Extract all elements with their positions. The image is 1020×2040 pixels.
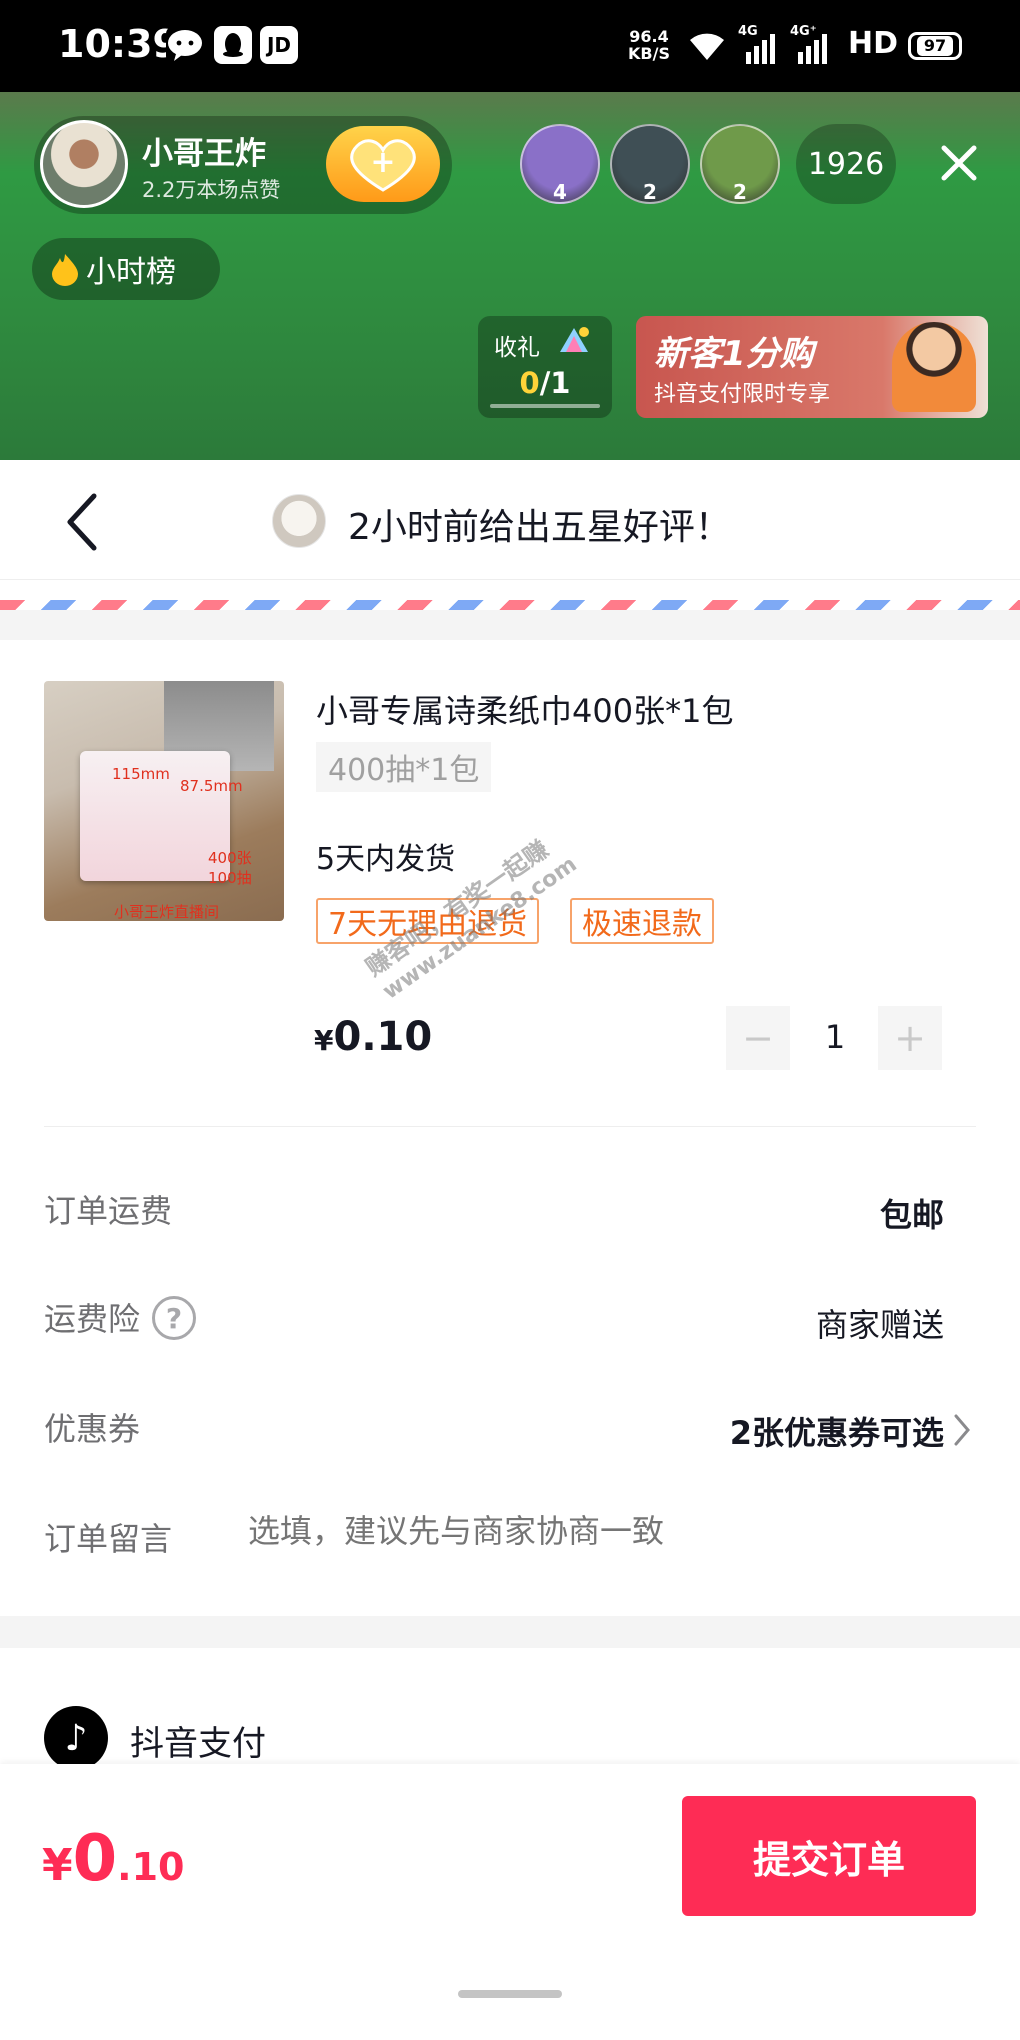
promo-character-image xyxy=(892,322,976,412)
order-note-input[interactable] xyxy=(248,1512,848,1550)
status-time: 10:39 xyxy=(58,22,179,66)
gift-progress-bar xyxy=(490,404,600,408)
close-icon[interactable] xyxy=(934,138,984,188)
order-total: ¥0.10 xyxy=(42,1822,184,1896)
product-title: 小哥专属诗柔纸巾400张*1包 xyxy=(316,692,734,730)
promo-title: 新客1分购 xyxy=(654,334,814,374)
total-integer: 0 xyxy=(72,1822,118,1896)
viewer-rank: 2 xyxy=(733,180,747,204)
follow-button[interactable]: + xyxy=(326,126,440,202)
product-dimension-2: 87.5mm xyxy=(180,777,243,795)
battery-icon: 97 xyxy=(908,32,962,60)
anchor-likes: 2.2万本场点赞 xyxy=(142,178,281,202)
price-value: 0.10 xyxy=(333,1014,433,1060)
quantity-decrease-button[interactable]: − xyxy=(726,1006,790,1070)
divider xyxy=(44,1126,976,1127)
net-speed-unit: KB/S xyxy=(628,44,670,63)
qq-icon xyxy=(214,26,252,64)
chevron-right-icon[interactable] xyxy=(952,1412,972,1452)
freight-value: 包邮 xyxy=(879,1196,944,1234)
follow-plus: + xyxy=(370,145,395,180)
section-gap xyxy=(0,1616,1020,1648)
freight-label: 订单运费 xyxy=(44,1192,173,1230)
submit-order-button[interactable]: 提交订单 xyxy=(682,1796,976,1916)
heart-plus-icon: + xyxy=(350,139,416,192)
total-currency: ¥ xyxy=(42,1840,73,1891)
quantity-value[interactable]: 1 xyxy=(820,1018,850,1056)
section-gap xyxy=(0,610,1020,640)
product-count-2: 100抽 xyxy=(208,869,252,887)
product-count-1: 400张 xyxy=(208,849,252,867)
viewer-rank: 4 xyxy=(553,180,567,204)
viewer-avatar-2[interactable]: 2 xyxy=(610,124,690,204)
gift-label: 收礼 xyxy=(494,335,540,361)
price-currency: ¥ xyxy=(314,1024,334,1057)
shipping-insurance-label: 运费险 xyxy=(44,1300,141,1338)
viewer-count[interactable]: 1926 xyxy=(796,124,896,204)
hour-rank-button[interactable]: 小时榜 xyxy=(32,238,220,300)
promo-subtitle: 抖音支付限时专享 xyxy=(654,382,831,407)
hour-rank-label: 小时榜 xyxy=(86,255,176,290)
coupon-value[interactable]: 2张优惠券可选 xyxy=(730,1408,944,1454)
douyin-pay-icon: ♪ xyxy=(44,1706,108,1770)
home-indicator[interactable] xyxy=(458,1990,562,1998)
shipping-insurance-value: 商家赠送 xyxy=(815,1306,944,1344)
payment-method-name[interactable]: 抖音支付 xyxy=(130,1716,266,1765)
product-image[interactable]: 115mm 87.5mm 400张 100抽 小哥王炸直播间 xyxy=(44,681,284,921)
gift-progress: 0/1 xyxy=(478,366,612,400)
product-sku[interactable]: 400抽*1包 xyxy=(316,742,492,792)
review-ticker: 2小时前给出五星好评！ xyxy=(348,507,731,548)
back-icon[interactable] xyxy=(60,490,104,554)
status-bar: 10:39 JD 96.4 KB/S 4G 4G⁺ HD 97 xyxy=(0,0,1020,92)
airmail-divider xyxy=(0,600,1020,610)
gift-icon xyxy=(556,324,592,366)
new-user-promo-banner[interactable]: 新客1分购 抖音支付限时专享 xyxy=(636,316,988,418)
gift-progress-card[interactable]: 收礼 0/1 xyxy=(478,316,612,418)
jd-icon: JD xyxy=(260,26,298,64)
wifi-icon xyxy=(686,30,728,66)
flame-icon xyxy=(52,254,78,286)
shipping-time: 5天内发货 xyxy=(316,842,456,877)
wechat-icon xyxy=(166,26,204,64)
gift-total: /1 xyxy=(539,366,571,400)
fast-refund-tag: 极速退款 xyxy=(570,898,714,944)
anchor-avatar[interactable] xyxy=(40,120,128,208)
total-decimal: .10 xyxy=(117,1845,185,1889)
net-speed-value: 96.4 xyxy=(629,27,669,46)
gift-current: 0 xyxy=(519,366,540,400)
reviewer-avatar xyxy=(272,494,326,548)
net-speed: 96.4 KB/S xyxy=(628,28,670,62)
coupon-label: 优惠券 xyxy=(44,1410,141,1448)
signal-1-icon: 4G xyxy=(738,24,775,64)
viewer-rank: 2 xyxy=(643,180,657,204)
anchor-name: 小哥王炸 xyxy=(142,136,266,172)
signal-2-icon: 4G⁺ xyxy=(790,24,827,64)
help-icon[interactable]: ? xyxy=(152,1296,196,1340)
product-caption: 小哥王炸直播间 xyxy=(114,903,220,921)
product-price: ¥0.10 xyxy=(314,1014,432,1060)
quantity-increase-button[interactable]: + xyxy=(878,1006,942,1070)
battery-level: 97 xyxy=(916,36,954,56)
product-dimension-1: 115mm xyxy=(112,765,170,783)
viewer-avatar-1[interactable]: 4 xyxy=(520,124,600,204)
hd-indicator: HD xyxy=(848,26,899,61)
note-label: 订单留言 xyxy=(44,1520,173,1558)
viewer-avatar-3[interactable]: 2 xyxy=(700,124,780,204)
